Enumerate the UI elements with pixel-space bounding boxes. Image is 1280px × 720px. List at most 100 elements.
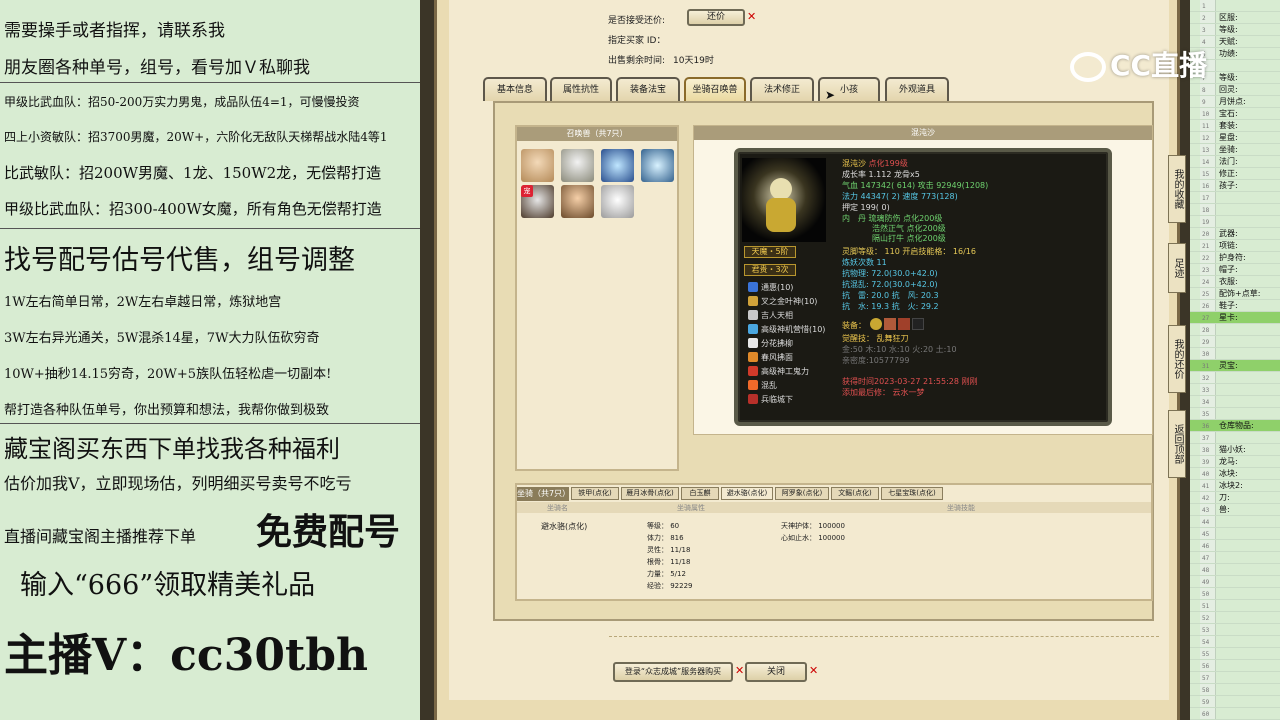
pet-resist-phys: 抗物理: 72.0(30.0+42.0) bbox=[842, 269, 938, 278]
ad-line: 3W左右异光通关，5W混杀14星，7W大力队伍砍穷奇 bbox=[4, 331, 320, 346]
ad-line: 甲级比武血队：招50-200万实力男鬼，成品队伍4=1，可慢慢投资 bbox=[4, 95, 360, 109]
mount-tab-1[interactable]: 铁甲(点化) bbox=[571, 487, 619, 500]
tab-attributes[interactable]: 属性抗性 bbox=[550, 77, 612, 101]
ad-line: 比武敏队：招200W男魔、1龙、150W2龙，无偿帮打造 bbox=[4, 164, 382, 182]
screen: 需要操手或者指挥，请联系我 朋友圈各种单号，组号，看号加Ｖ私聊我 甲级比武血队：… bbox=[0, 0, 1280, 720]
nav-back-to-top[interactable]: 返回顶部 bbox=[1168, 410, 1186, 478]
spreadsheet-label[interactable]: 套装: bbox=[1219, 120, 1238, 131]
tab-equipment[interactable]: 装备法宝 bbox=[616, 77, 680, 101]
spreadsheet-label[interactable]: 区服: bbox=[1219, 12, 1238, 23]
spreadsheet-label[interactable]: 坐骑: bbox=[1219, 144, 1238, 155]
mounts-header: 坐骑（共7只） bbox=[517, 487, 570, 501]
nav-my-counter-offers[interactable]: 我的还价 bbox=[1168, 325, 1186, 393]
spreadsheet-label[interactable]: 护身符: bbox=[1219, 252, 1246, 263]
ad-line: 10W+抽秒14.15穷奇，20W+5族队伍轻松虐一切副本! bbox=[4, 367, 332, 382]
spreadsheet-label[interactable]: 法门: bbox=[1219, 156, 1238, 167]
pet-thumb-7[interactable] bbox=[601, 185, 634, 218]
row-number: 48 bbox=[1202, 567, 1210, 574]
skill-item[interactable]: 分花拂柳 bbox=[748, 338, 793, 349]
spreadsheet-label[interactable]: 修正: bbox=[1219, 168, 1238, 179]
tab-appearance[interactable]: 外观道具 bbox=[885, 77, 949, 101]
mount-tab-7[interactable]: 七星宝珠(点化) bbox=[881, 487, 943, 500]
skill-item[interactable]: 通惠(10) bbox=[748, 282, 793, 293]
pet-badge: 宠 bbox=[521, 185, 533, 197]
close-button[interactable]: 关闭 bbox=[745, 662, 807, 682]
spreadsheet-label[interactable]: 衣服: bbox=[1219, 276, 1238, 287]
spreadsheet-label[interactable]: 兽: bbox=[1219, 504, 1230, 515]
equip-slot-4[interactable] bbox=[912, 318, 924, 330]
pet-thumb-6[interactable] bbox=[561, 185, 594, 218]
equip-slot-2[interactable] bbox=[884, 318, 896, 330]
spreadsheet-label[interactable]: 项链: bbox=[1219, 240, 1238, 251]
pet-resist-magic: 抗混乱: 72.0(30.0+42.0) bbox=[842, 280, 938, 289]
mount-tab-5[interactable]: 阿罗象(点化) bbox=[775, 487, 829, 500]
row-number: 13 bbox=[1202, 147, 1210, 154]
mounts-table-header: 坐骑名 坐骑属性 坐骑技能 bbox=[517, 502, 1151, 513]
spreadsheet-label[interactable]: 猫小妖: bbox=[1219, 444, 1246, 455]
equip-slot-1[interactable] bbox=[870, 318, 882, 330]
spreadsheet-label[interactable]: 天赋: bbox=[1219, 36, 1238, 47]
pet-thumb-4[interactable] bbox=[641, 149, 674, 182]
row-number: 16 bbox=[1202, 183, 1210, 190]
equip-slot-3[interactable] bbox=[898, 318, 910, 330]
pet-thumb-3[interactable] bbox=[601, 149, 634, 182]
spreadsheet-label[interactable]: 功绩: bbox=[1219, 48, 1238, 59]
nav-my-favorites[interactable]: 我的收藏 bbox=[1168, 155, 1186, 223]
mount-skill: 天神护体： 100000 bbox=[781, 522, 845, 530]
mount-tab-6[interactable]: 文鳐(点化) bbox=[831, 487, 879, 500]
login-server-buy-button[interactable]: 登录“众志成城”服务器购买 bbox=[613, 662, 733, 682]
mount-skill: 心如止水： 100000 bbox=[781, 534, 845, 542]
spreadsheet-label[interactable]: 武器: bbox=[1219, 228, 1238, 239]
spreadsheet-label[interactable]: 仓库物品: bbox=[1219, 420, 1254, 431]
mount-tab-4[interactable]: 避水骆(点化) bbox=[721, 487, 773, 500]
pet-thumb-5[interactable]: 宠 bbox=[521, 185, 554, 218]
pet-awaken: 觉醒技： 乱舞狂刀 bbox=[842, 334, 909, 343]
spreadsheet-label[interactable]: 宝石: bbox=[1219, 108, 1238, 119]
pet-resist-2: 抗 水: 19.3 抗 火: 29.2 bbox=[842, 302, 939, 311]
tab-mounts-pets[interactable]: 坐骑召唤兽 bbox=[684, 77, 746, 101]
pet-list-header: 召唤兽（共7只） bbox=[517, 127, 677, 141]
tab-spell-correction[interactable]: 法术修正 bbox=[750, 77, 814, 101]
skill-item[interactable]: 高级神工鬼力 bbox=[748, 366, 809, 377]
spreadsheet-label[interactable]: 鞋子: bbox=[1219, 300, 1238, 311]
spreadsheet-label[interactable]: 灵宝: bbox=[1219, 360, 1238, 371]
skill-item[interactable]: 兵临城下 bbox=[748, 394, 793, 405]
skill-item[interactable]: 春风拂面 bbox=[748, 352, 793, 363]
row-number: 29 bbox=[1202, 339, 1210, 346]
row-number: 18 bbox=[1202, 207, 1210, 214]
counter-offer-button[interactable]: 还价 bbox=[687, 9, 745, 26]
pet-thumb-2[interactable] bbox=[561, 149, 594, 182]
pet-detail-header: 混沌沙 bbox=[694, 126, 1152, 140]
skill-label: 通惠(10) bbox=[761, 283, 794, 292]
skill-item[interactable]: 叉之金叶神(10) bbox=[748, 296, 817, 307]
skill-item[interactable]: 混乱 bbox=[748, 380, 777, 391]
spreadsheet-label[interactable]: 冰块: bbox=[1219, 468, 1238, 479]
spreadsheet-label[interactable]: 帽子: bbox=[1219, 264, 1238, 275]
spreadsheet-label[interactable]: 孩子: bbox=[1219, 180, 1238, 191]
pet-resist-1: 抗 雷: 20.0 抗 风: 20.3 bbox=[842, 291, 939, 300]
skill-item[interactable]: 吉人天相 bbox=[748, 310, 793, 321]
row-number: 9 bbox=[1202, 99, 1206, 106]
pet-spirit: 灵脚等级： 110 开启技能格： 16/16 bbox=[842, 247, 976, 256]
spreadsheet-label[interactable]: 等级: bbox=[1219, 24, 1238, 35]
spreadsheet-label[interactable]: 等级: bbox=[1219, 72, 1238, 83]
spreadsheet-label[interactable]: 星卡: bbox=[1219, 312, 1238, 323]
spreadsheet-label[interactable]: 星盘: bbox=[1219, 132, 1238, 143]
spreadsheet-label[interactable]: 冰块2: bbox=[1219, 480, 1243, 491]
mount-tab-2[interactable]: 雁月冰骨(点化) bbox=[621, 487, 679, 500]
pet-thumb-1[interactable] bbox=[521, 149, 554, 182]
skill-label: 高级神工鬼力 bbox=[761, 367, 809, 376]
tab-basic-info[interactable]: 基本信息 bbox=[483, 77, 547, 101]
mount-tab-3[interactable]: 白玉麒 bbox=[681, 487, 719, 500]
skill-item[interactable]: 高级神机营惜(10) bbox=[748, 324, 825, 335]
spreadsheet-label[interactable]: 配饰+点草: bbox=[1219, 288, 1260, 299]
spreadsheet-label[interactable]: 回灵: bbox=[1219, 84, 1238, 95]
spreadsheet-label[interactable]: 月饼点: bbox=[1219, 96, 1246, 107]
spreadsheet-label[interactable]: 龙马: bbox=[1219, 456, 1238, 467]
nav-footprints[interactable]: 足迹 bbox=[1168, 243, 1186, 293]
spreadsheet-label[interactable]: 刀: bbox=[1219, 492, 1230, 503]
row-number: 39 bbox=[1202, 459, 1210, 466]
row-number: 58 bbox=[1202, 687, 1210, 694]
row-number: 10 bbox=[1202, 111, 1210, 118]
row-number: 44 bbox=[1202, 519, 1210, 526]
